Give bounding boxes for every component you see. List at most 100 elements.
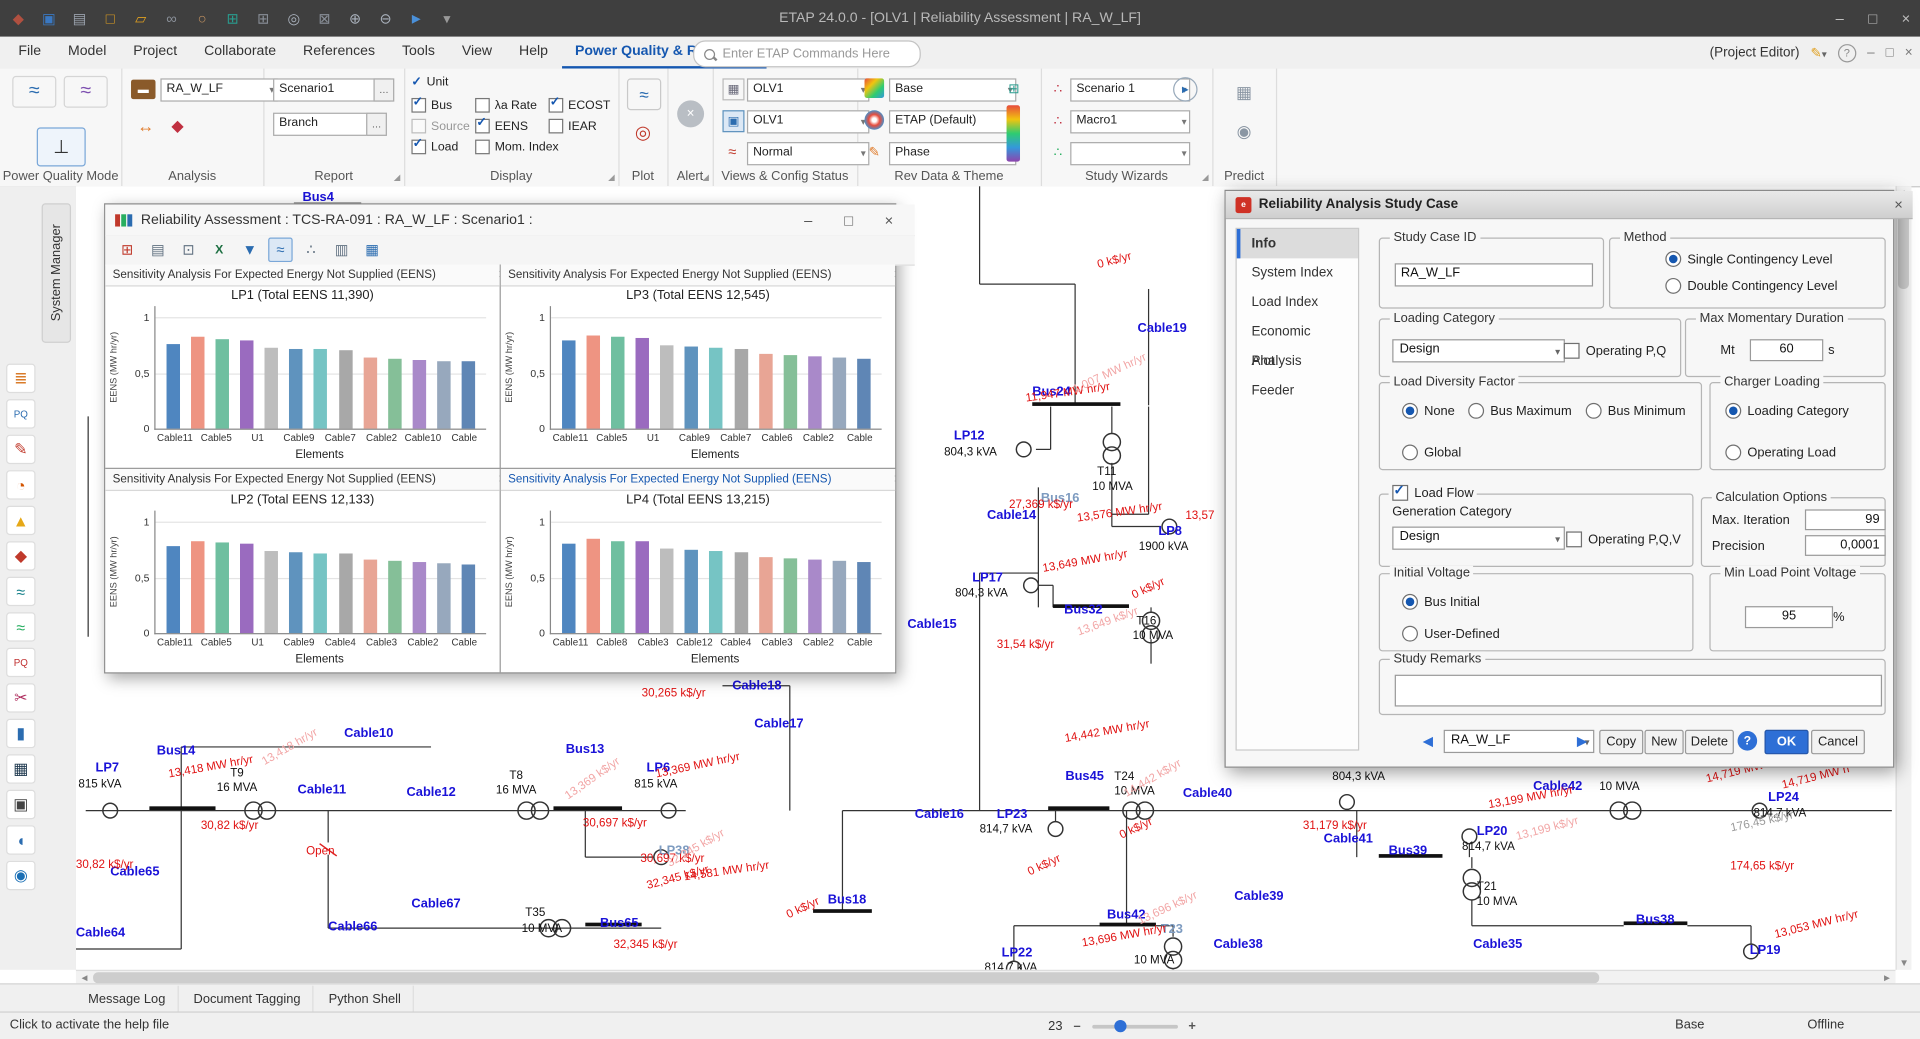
scroll-down-arrow[interactable]: ▼ — [1897, 956, 1912, 969]
new-button[interactable]: New — [1645, 730, 1684, 754]
status-combo[interactable]: Normal — [747, 142, 869, 165]
zoom-in-button[interactable]: + — [1188, 1019, 1196, 1034]
export-icon[interactable]: ▼ — [238, 238, 262, 262]
cancel-button[interactable]: Cancel — [1811, 730, 1865, 754]
thermal-icon[interactable]: ◔ — [6, 470, 35, 499]
zoom-slider[interactable] — [1092, 1024, 1178, 1028]
theme-combo[interactable]: ETAP (Default) — [889, 110, 1016, 133]
load-symbol[interactable] — [1048, 822, 1063, 837]
zoom-window-icon[interactable]: ◎ — [283, 7, 305, 29]
alert-icon[interactable]: × — [677, 100, 704, 127]
grid-icon[interactable]: ⊞ — [252, 7, 274, 29]
reliability-mode-icon[interactable]: ⊥ — [37, 127, 86, 166]
load-symbol[interactable] — [1340, 795, 1355, 810]
display-check-eens[interactable]: EENS — [475, 119, 528, 134]
ok-button[interactable]: OK — [1765, 730, 1809, 754]
chart-panel-close-icon[interactable]: ✕ — [498, 473, 500, 486]
bus-node[interactable] — [1048, 806, 1109, 810]
grid-snap-icon[interactable]: ⊞ — [222, 7, 244, 29]
transformer-symbol[interactable] — [1103, 433, 1120, 450]
dialog-help-button[interactable]: ? — [1738, 731, 1758, 751]
diversity-global-radio[interactable]: Global — [1402, 444, 1461, 460]
chart-panel-close-icon[interactable]: ✕ — [893, 473, 895, 486]
waveform-icon[interactable]: ≈ — [6, 612, 35, 641]
horizontal-scroll-thumb[interactable] — [93, 972, 1599, 983]
macro-wizard-combo[interactable]: Macro1 — [1070, 110, 1190, 133]
single-contingency-radio[interactable]: Single Contingency Level — [1665, 251, 1832, 267]
child-restore-button[interactable]: □ — [1886, 45, 1894, 60]
battery-icon[interactable]: ▮ — [6, 719, 35, 748]
fit-page-icon[interactable]: ⊠ — [313, 7, 335, 29]
max-iteration-input[interactable]: 99 — [1805, 509, 1886, 530]
loading-category-combo[interactable]: Design — [1392, 339, 1565, 362]
study-remarks-input[interactable] — [1395, 675, 1882, 707]
bus-node[interactable] — [149, 806, 215, 810]
export-excel-icon[interactable]: X — [207, 238, 231, 262]
menu-item-help[interactable]: Help — [506, 37, 562, 69]
menu-item-references[interactable]: References — [290, 37, 389, 69]
menu-item-project[interactable]: Project — [120, 37, 191, 69]
load-symbol[interactable] — [1016, 442, 1031, 457]
chart-window-maximize-button[interactable]: □ — [833, 211, 865, 228]
predict-run-icon[interactable]: ◉ — [1229, 118, 1258, 145]
help-icon[interactable]: ? — [1838, 43, 1856, 61]
chart-panel-close-icon[interactable]: ✕ — [498, 268, 500, 281]
display-check-ecost[interactable]: ECOST — [549, 98, 611, 113]
double-contingency-radio[interactable]: Double Contingency Level — [1665, 278, 1837, 294]
panel-icon[interactable]: ▣ — [6, 790, 35, 819]
print-icon[interactable]: ▤ — [69, 7, 91, 29]
presentation-combo[interactable]: OLV1 — [747, 78, 869, 101]
copy-icon[interactable]: ⊡ — [176, 238, 200, 262]
generation-category-combo[interactable]: Design — [1392, 527, 1565, 550]
display-check-load[interactable]: Load — [411, 140, 458, 155]
wizards-expander-icon[interactable]: ◢ — [1202, 173, 1209, 183]
print-icon[interactable]: ▤ — [146, 238, 170, 262]
stop-hand-icon[interactable]: ◆ — [7, 7, 29, 29]
open-folder-icon[interactable]: ▱ — [130, 7, 152, 29]
menu-item-collaborate[interactable]: Collaborate — [191, 37, 290, 69]
dialog-nav-system-index[interactable]: System Index — [1237, 258, 1358, 287]
dc-systems-icon[interactable]: ≣ — [6, 364, 35, 393]
chart-window-minimize-button[interactable]: – — [792, 211, 824, 228]
user-defined-radio[interactable]: User-Defined — [1402, 626, 1500, 642]
data-table-icon[interactable]: ▦ — [360, 238, 384, 262]
report-browse-button[interactable]: … — [373, 78, 394, 101]
menu-item-file[interactable]: File — [5, 37, 55, 69]
menu-item-model[interactable]: Model — [55, 37, 120, 69]
display-check-mom-index[interactable]: Mom. Index — [475, 140, 559, 155]
display-check--a-rate[interactable]: λa Rate — [475, 98, 537, 113]
new-file-icon[interactable]: □ — [99, 7, 121, 29]
alert-expander-icon[interactable]: ◢ — [702, 173, 709, 183]
load-symbol[interactable] — [1024, 578, 1039, 593]
pencil-icon[interactable]: ✎▾ — [1810, 45, 1826, 61]
study-case-id-input[interactable]: RA_W_LF — [1395, 263, 1593, 286]
harmonics-mode-icon[interactable]: ≈ — [64, 76, 108, 108]
find-icon[interactable]: ∞ — [160, 7, 182, 29]
zoom-out-icon[interactable]: ⊖ — [375, 7, 397, 29]
cabinet-icon[interactable]: ▦ — [6, 754, 35, 783]
layout-grid-icon[interactable]: ⊞ — [115, 238, 139, 262]
globe-icon[interactable]: ◉ — [6, 861, 35, 890]
display-check-iear[interactable]: IEAR — [549, 119, 597, 134]
delete-button[interactable]: Delete — [1685, 730, 1734, 754]
command-search-box[interactable]: Enter ETAP Commands Here — [693, 40, 921, 67]
plot-magnifier-icon[interactable]: ◎ — [627, 118, 659, 147]
arc-flash-icon[interactable]: ◆ — [6, 541, 35, 570]
bus-node[interactable] — [1032, 402, 1120, 406]
display-expander-icon[interactable]: ◢ — [608, 173, 615, 183]
operating-pq-checkbox[interactable]: Operating P,Q — [1564, 343, 1667, 359]
transformer-symbol[interactable] — [1164, 938, 1181, 955]
menu-item-tools[interactable]: Tools — [389, 37, 449, 69]
predict-model-icon[interactable]: ▦ — [1229, 78, 1258, 105]
power-quality-icon[interactable]: ≈ — [6, 577, 35, 606]
bottom-tab-python-shell[interactable]: Python Shell — [316, 985, 414, 1012]
grid-theme-icon[interactable]: ⊞ — [1004, 78, 1024, 98]
more-tools-icon[interactable]: ▾ — [436, 7, 458, 29]
operating-pqv-checkbox[interactable]: Operating P,Q,V — [1566, 531, 1681, 547]
bottom-tab-message-log[interactable]: Message Log — [76, 985, 179, 1012]
warning-icon[interactable]: ▲ — [6, 506, 35, 535]
branch-browse-button[interactable]: … — [366, 113, 387, 136]
precision-input[interactable]: 0,0001 — [1805, 535, 1886, 556]
ev-icon[interactable]: ◖ — [6, 825, 35, 854]
batch-wizard-combo[interactable] — [1070, 142, 1190, 165]
